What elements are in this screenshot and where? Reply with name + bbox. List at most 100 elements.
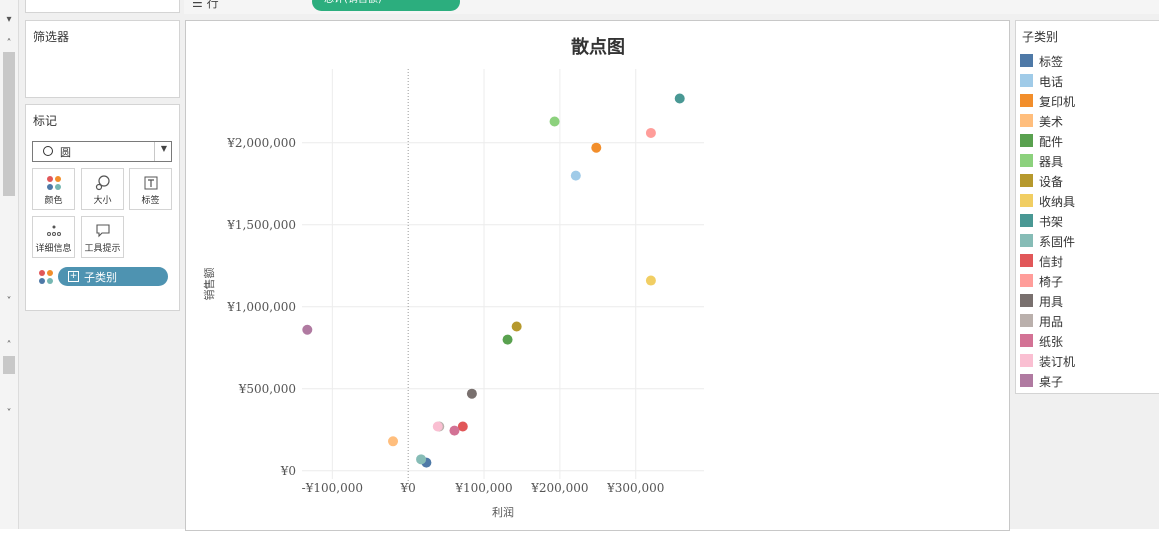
expand-icon[interactable]: + — [68, 271, 79, 282]
mark-type-value: 圆 — [60, 146, 71, 159]
x-tick-label: ¥0 — [400, 481, 416, 495]
x-axis-ticks: -¥100,000 ¥0 ¥100,000 ¥200,000 ¥300,000 — [302, 481, 665, 495]
legend-label: 设备 — [1039, 175, 1064, 189]
y-tick-label: ¥1,500,000 — [226, 218, 296, 232]
legend-label: 书架 — [1039, 215, 1064, 229]
legend-swatch — [1020, 354, 1033, 367]
size-button[interactable]: 大小 — [81, 168, 124, 210]
legend-swatch — [1020, 214, 1033, 227]
legend-label: 用品 — [1039, 315, 1064, 329]
legend-title: 子类别 — [1022, 30, 1059, 44]
legend-swatch — [1020, 134, 1033, 147]
scatter-point[interactable] — [645, 127, 656, 138]
scatter-point[interactable] — [302, 324, 313, 335]
legend-swatch — [1020, 114, 1033, 127]
y-axis-ticks: ¥0 ¥500,000 ¥1,000,000 ¥1,500,000 ¥2,000,000 — [226, 136, 296, 478]
scrollbar-thumb[interactable] — [3, 356, 15, 374]
chevron-down-icon[interactable]: ▾ — [3, 14, 15, 26]
data-points — [302, 93, 685, 468]
legend-swatch — [1020, 54, 1033, 67]
y-tick-label: ¥1,000,000 — [226, 300, 296, 314]
legend-label: 纸张 — [1039, 335, 1064, 349]
legend-swatch — [1020, 94, 1033, 107]
legend-label: 椅子 — [1039, 275, 1064, 289]
legend-label: 复印机 — [1039, 95, 1076, 109]
scatter-point[interactable] — [449, 425, 460, 436]
mark-type-select[interactable]: 圆 ▼ — [32, 141, 172, 162]
chart-grid — [302, 69, 704, 479]
legend-label: 配件 — [1039, 135, 1064, 149]
detail-button-label: 详细信息 — [35, 244, 72, 254]
circle-icon — [43, 146, 53, 156]
label-button[interactable]: 标签 — [129, 168, 172, 210]
scatter-point[interactable] — [502, 334, 513, 345]
legend-swatch — [1020, 234, 1033, 247]
scatter-point[interactable] — [416, 454, 427, 465]
legend-label: 器具 — [1039, 155, 1064, 169]
scatter-point[interactable] — [591, 142, 602, 153]
size-icon — [82, 175, 123, 191]
legend-label: 收纳具 — [1039, 195, 1076, 209]
color-button[interactable]: 颜色 — [32, 168, 75, 210]
legend-label: 电话 — [1039, 75, 1064, 89]
rows-shelf: ☰ 行 总计(销售额) — [184, 0, 1159, 15]
subcategory-pill[interactable]: + 子类别 — [58, 267, 168, 286]
scatter-point[interactable] — [432, 421, 443, 432]
size-button-label: 大小 — [93, 196, 112, 206]
y-tick-label: ¥0 — [280, 464, 296, 478]
y-tick-label: ¥500,000 — [238, 382, 296, 396]
legend-label: 信封 — [1039, 255, 1064, 269]
scatter-point[interactable] — [570, 170, 581, 181]
legend-swatch — [1020, 274, 1033, 287]
y-tick-label: ¥2,000,000 — [226, 136, 296, 150]
scatter-point[interactable] — [549, 116, 560, 127]
chevron-down-icon[interactable]: ˅ — [3, 296, 15, 308]
color-button-label: 颜色 — [44, 196, 63, 206]
legend-swatch — [1020, 334, 1033, 347]
chevron-up-icon[interactable]: ˄ — [3, 340, 15, 352]
x-axis-label: 利润 — [492, 505, 514, 519]
color-dots-icon — [38, 269, 54, 289]
legend-label: 美术 — [1039, 115, 1064, 129]
label-button-label: 标签 — [141, 196, 160, 206]
scrollbar-thumb[interactable] — [3, 52, 15, 196]
tooltip-icon — [82, 223, 123, 239]
detail-button[interactable]: 详细信息 — [32, 216, 75, 258]
marks-title: 标记 — [33, 114, 58, 128]
color-legend[interactable]: 子类别 标签 电话 复印机 美术 配件 器具 设备 收纳具 书架 系固件 信封 椅子 用具 用品 纸张 装订机… — [1015, 20, 1159, 394]
label-icon — [130, 175, 171, 191]
legend-swatch — [1020, 254, 1033, 267]
scatter-point[interactable] — [645, 275, 656, 286]
legend-label: 桌子 — [1039, 375, 1064, 389]
scatter-point[interactable] — [511, 321, 522, 332]
rows-shelf-label: ☰ 行 — [192, 0, 219, 10]
rows-pill[interactable]: 总计(销售额) — [312, 0, 460, 11]
legend-swatch — [1020, 314, 1033, 327]
side-pane: 筛选器 标记 圆 ▼ 颜色 大小 标签 详细信息 工具提示 + 子类别 — [19, 0, 184, 529]
chevron-up-icon[interactable]: ˄ — [3, 38, 15, 50]
x-tick-label: -¥100,000 — [302, 481, 363, 495]
legend-label: 系固件 — [1039, 235, 1076, 249]
scatter-point[interactable] — [388, 436, 399, 447]
filters-card[interactable]: 筛选器 — [25, 20, 180, 98]
left-scrollbar[interactable]: ▾ ˄ ˅ ˄ ˅ — [0, 0, 19, 529]
color-dots-icon — [33, 175, 74, 191]
chevron-down-icon[interactable]: ˅ — [3, 408, 15, 420]
chart-view: -¥100,000 ¥0 ¥100,000 ¥200,000 ¥300,000 ¥0 ¥5… — [185, 20, 1010, 531]
x-tick-label: ¥300,000 — [606, 481, 664, 495]
scatter-point[interactable] — [674, 93, 685, 104]
scatter-chart[interactable]: -¥100,000 ¥0 ¥100,000 ¥200,000 ¥300,000 ¥0 ¥5… — [186, 21, 1009, 530]
legend-swatch — [1020, 294, 1033, 307]
legend-label: 装订机 — [1039, 355, 1076, 369]
subcategory-pill-label: 子类别 — [84, 271, 117, 284]
x-tick-label: ¥200,000 — [530, 481, 588, 495]
legend-swatch — [1020, 174, 1033, 187]
chart-title: 散点图 — [571, 36, 625, 58]
filters-title: 筛选器 — [33, 30, 70, 44]
marks-card: 标记 圆 ▼ 颜色 大小 标签 详细信息 工具提示 + 子类别 — [25, 104, 180, 311]
x-tick-label: ¥100,000 — [454, 481, 512, 495]
scatter-point[interactable] — [466, 388, 477, 399]
tooltip-button[interactable]: 工具提示 — [81, 216, 124, 258]
legend-label: 标签 — [1039, 55, 1064, 69]
legend-swatch — [1020, 154, 1033, 167]
